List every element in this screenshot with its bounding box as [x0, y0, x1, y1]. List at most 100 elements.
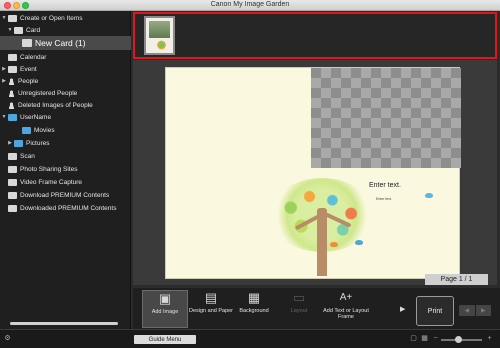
thumbnail-photo — [149, 21, 170, 38]
person-icon — [8, 89, 15, 97]
print-button[interactable]: Print — [416, 296, 454, 326]
full-view-icon[interactable]: ▢ — [410, 335, 417, 343]
collapse-arrow-icon[interactable]: ▼ — [0, 15, 8, 21]
sidebar-item-label: Download PREMIUM Contents — [20, 191, 110, 199]
design-and-paper-button[interactable]: ▤ Design and Paper — [188, 290, 234, 328]
expand-arrow-icon[interactable]: ▶ — [6, 140, 14, 146]
add-image-icon: ▣ — [158, 291, 172, 306]
bird-art — [425, 193, 433, 198]
status-bar: ⚙ Guide Menu ▢ ▦ − + — [0, 329, 500, 348]
scan-icon — [8, 152, 17, 160]
background-icon: ▦ — [247, 290, 261, 305]
page-indicator: Page 1 / 1 — [425, 274, 488, 285]
sidebar-item-scan[interactable]: Scan — [0, 150, 131, 162]
sidebar-item-label: Video Frame Capture — [20, 178, 83, 186]
sidebar-item-video-frame-capture[interactable]: Video Frame Capture — [0, 176, 131, 188]
layout-icon: ▭ — [292, 290, 306, 305]
sidebar-item-unregistered-people[interactable]: Unregistered People — [0, 87, 131, 99]
sidebar-item-label: Deleted Images of People — [18, 101, 93, 109]
sidebar-item-label: New Card (1) — [35, 38, 86, 48]
document-icon — [8, 14, 17, 22]
background-button[interactable]: ▦ Background — [231, 290, 277, 328]
sidebar-item-label: Unregistered People — [18, 89, 78, 97]
download-icon — [8, 191, 17, 199]
sidebar-item-download-premium-contents[interactable]: Download PREMIUM Contents — [0, 189, 131, 201]
calendar-icon — [8, 53, 17, 61]
sidebar-item-create-or-open-items[interactable]: ▼ Create or Open Items — [0, 12, 131, 24]
guide-menu-button[interactable]: Guide Menu — [134, 335, 196, 344]
folder-icon — [14, 139, 23, 147]
sidebar: ▼ Create or Open Items ▼ Card New Card (… — [0, 11, 131, 329]
sidebar-item-label: Photo Sharing Sites — [20, 165, 78, 173]
previous-page-button[interactable]: ◀ — [459, 305, 475, 316]
card-icon — [14, 26, 23, 34]
people-icon — [8, 77, 15, 85]
bird-art — [355, 240, 363, 245]
collapse-arrow-icon[interactable]: ▼ — [0, 114, 8, 120]
sidebar-item-event[interactable]: ▶ Event — [0, 63, 131, 75]
text-frame[interactable]: Enter text. — [369, 182, 401, 189]
bird-art — [330, 242, 338, 247]
zoom-in-icon[interactable]: + — [486, 335, 493, 343]
layout-button[interactable]: ▭ Layout — [276, 290, 322, 328]
thumbnail-tree-art — [155, 39, 168, 51]
computer-icon — [8, 113, 17, 121]
edit-canvas-area: Enter text. Enter text. Page 1 / 1 — [133, 60, 497, 285]
sidebar-item-label: Pictures — [26, 139, 50, 147]
sidebar-scrollbar[interactable] — [10, 322, 118, 325]
card-doc-icon — [22, 39, 32, 47]
add-image-label: Add Image — [151, 309, 179, 315]
downloaded-icon — [8, 204, 17, 212]
sidebar-item-new-card[interactable]: New Card (1) — [0, 36, 131, 50]
sidebar-item-people[interactable]: ▶ People — [0, 75, 131, 87]
layout-label: Layout — [290, 308, 308, 314]
more-tools-arrow-icon[interactable]: ▶ — [400, 305, 405, 313]
add-text-frame-icon: A+ — [339, 292, 353, 303]
event-icon — [8, 65, 17, 73]
sidebar-item-movies[interactable]: Movies — [0, 124, 131, 136]
sidebar-item-label: Create or Open Items — [20, 14, 83, 22]
photo-sharing-icon — [8, 165, 17, 173]
sidebar-item-label: Scan — [20, 152, 35, 160]
sidebar-item-label: Movies — [34, 126, 55, 134]
zoom-out-icon[interactable]: − — [432, 335, 439, 343]
background-label: Background — [239, 308, 269, 314]
page-navigation: ◀ ▶ — [459, 305, 491, 316]
grid-view-icon[interactable]: ▦ — [421, 335, 428, 343]
sidebar-item-label: UserName — [20, 113, 52, 121]
title-bar: Canon My Image Garden — [0, 0, 500, 11]
small-text-frame[interactable]: Enter text. — [376, 197, 392, 201]
sidebar-item-photo-sharing-sites[interactable]: Photo Sharing Sites — [0, 163, 131, 175]
sidebar-item-card[interactable]: ▼ Card — [0, 24, 131, 36]
sidebar-item-label: Calendar — [20, 53, 47, 61]
card-page[interactable]: Enter text. Enter text. — [165, 67, 461, 279]
sidebar-item-label: Downloaded PREMIUM Contents — [20, 204, 117, 212]
sidebar-item-deleted-images-of-people[interactable]: Deleted Images of People — [0, 99, 131, 111]
settings-icon[interactable]: ⚙ — [4, 335, 11, 343]
sidebar-item-label: Card — [26, 26, 41, 34]
edit-toolbar: ▣ Add Image ▤ Design and Paper ▦ Backgro… — [133, 288, 500, 329]
page-thumbnail-strip — [133, 12, 497, 59]
expand-arrow-icon[interactable]: ▶ — [0, 78, 8, 84]
add-text-or-layout-frame-button[interactable]: A+ Add Text or Layout Frame — [321, 290, 371, 328]
sidebar-item-label: Event — [20, 65, 37, 73]
sidebar-item-downloaded-premium-contents[interactable]: Downloaded PREMIUM Contents — [0, 202, 131, 214]
page-thumbnail[interactable] — [144, 16, 175, 55]
image-layout-frame[interactable] — [311, 68, 461, 168]
window-title: Canon My Image Garden — [210, 1, 290, 8]
next-page-button[interactable]: ▶ — [475, 305, 491, 316]
person-icon — [8, 101, 15, 109]
sidebar-item-calendar[interactable]: Calendar — [0, 51, 131, 63]
sidebar-item-pictures[interactable]: ▶ Pictures — [0, 137, 131, 149]
folder-icon — [22, 126, 31, 134]
add-image-button[interactable]: ▣ Add Image — [142, 290, 188, 328]
video-icon — [8, 178, 17, 186]
sidebar-item-label: People — [18, 77, 39, 85]
design-and-paper-label: Design and Paper — [188, 308, 234, 314]
zoom-slider-handle[interactable] — [455, 336, 462, 343]
expand-arrow-icon[interactable]: ▶ — [0, 66, 8, 72]
add-text-frame-label: Add Text or Layout Frame — [323, 308, 369, 320]
collapse-arrow-icon[interactable]: ▼ — [6, 27, 14, 33]
sidebar-item-username[interactable]: ▼ UserName — [0, 111, 131, 123]
design-and-paper-icon: ▤ — [204, 290, 218, 305]
